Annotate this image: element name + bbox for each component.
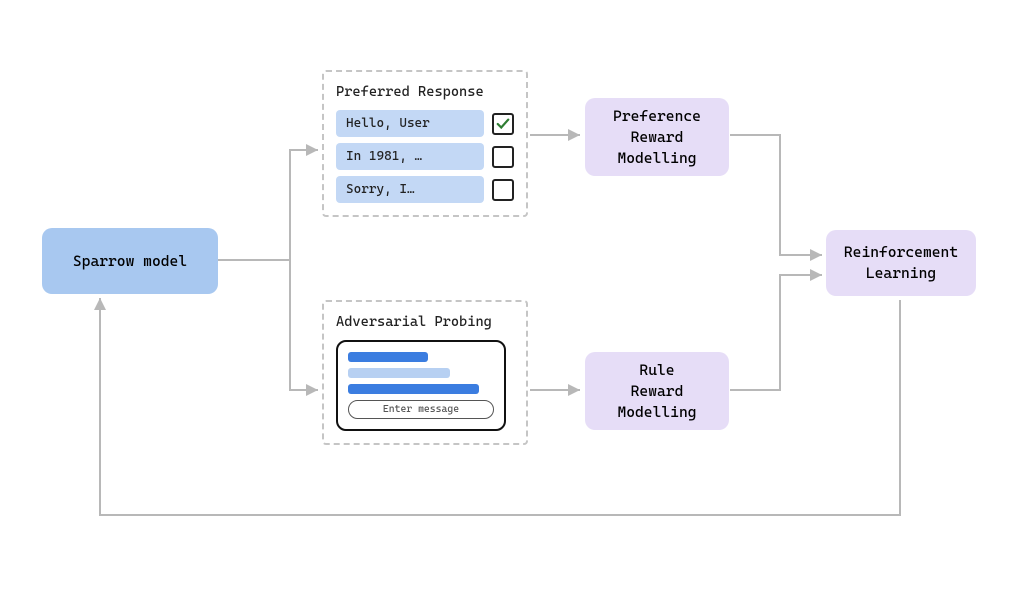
node-reinforcement-learning: Reinforcement Learning [826,230,976,296]
response-row: In 1981, … [336,143,514,170]
node-sparrow-model: Sparrow model [42,228,218,294]
chat-message-bar [348,384,479,394]
node-rule-reward-modelling: Rule Reward Modelling [585,352,729,430]
chat-message-bar [348,352,428,362]
response-row: Sorry, I… [336,176,514,203]
response-checkbox-unchecked[interactable] [492,146,514,168]
response-checkbox-unchecked[interactable] [492,179,514,201]
panel-title: Adversarial Probing [336,314,514,330]
node-label: Reinforcement Learning [844,242,958,284]
node-label: Rule Reward Modelling [617,360,696,423]
panel-preferred-response: Preferred Response Hello, User In 1981, … [322,70,528,217]
response-row: Hello, User [336,110,514,137]
response-chip: Hello, User [336,110,484,137]
response-chip: Sorry, I… [336,176,484,203]
response-chip: In 1981, … [336,143,484,170]
chat-message-bar [348,368,450,378]
check-icon [496,117,510,131]
panel-title: Preferred Response [336,84,514,100]
node-label: Sparrow model [73,251,187,272]
node-label: Preference Reward Modelling [613,106,701,169]
panel-adversarial-probing: Adversarial Probing Enter message [322,300,528,445]
node-preference-reward-modelling: Preference Reward Modelling [585,98,729,176]
response-checkbox-checked[interactable] [492,113,514,135]
chat-input-placeholder[interactable]: Enter message [348,400,494,419]
chat-window: Enter message [336,340,506,431]
